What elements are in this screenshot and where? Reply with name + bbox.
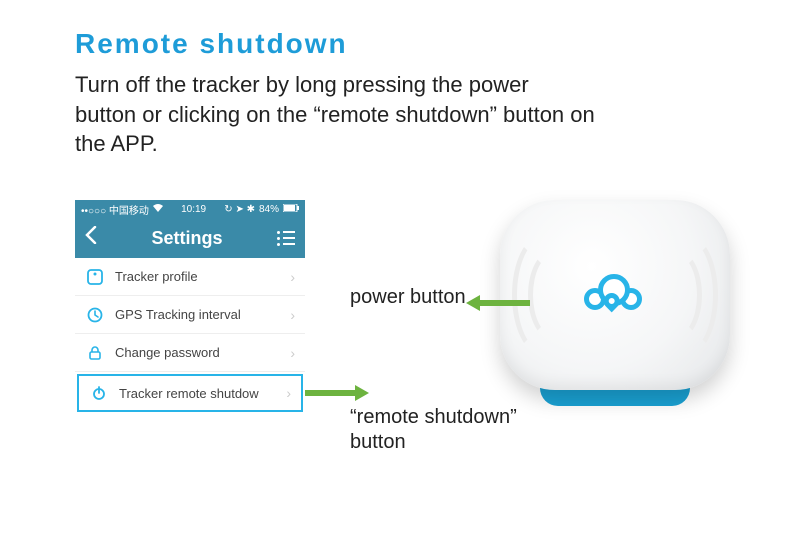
device-logo	[584, 274, 646, 316]
back-icon[interactable]	[85, 226, 97, 250]
arrow-to-remote-button	[305, 390, 355, 396]
row-tracker-profile[interactable]: Tracker profile ›	[75, 258, 305, 296]
row-label: GPS Tracking interval	[115, 307, 241, 322]
list-menu-icon[interactable]	[277, 231, 295, 246]
tracker-device	[500, 200, 740, 400]
lock-icon	[85, 343, 105, 363]
wifi-icon	[153, 204, 163, 215]
battery-text: 84%	[259, 204, 279, 215]
nav-bar: Settings	[75, 218, 305, 258]
carrier-text: ••○○○ 中国移动	[81, 202, 149, 217]
row-remote-shutdown[interactable]: Tracker remote shutdow ›	[77, 374, 303, 412]
arrow-to-power-button	[480, 300, 530, 306]
chevron-right-icon: ›	[290, 345, 295, 361]
section-description: Turn off the tracker by long pressing th…	[75, 70, 595, 159]
status-time: 10:19	[181, 204, 206, 215]
chevron-right-icon: ›	[286, 385, 291, 401]
status-bar: ••○○○ 中国移动 10:19 ↻ ➤ ✱ 84%	[75, 200, 305, 218]
battery-icon	[283, 204, 299, 215]
nav-title: Settings	[151, 228, 222, 249]
callout-remote-shutdown: “remote shutdown” button	[350, 405, 550, 455]
signal-wave-icon	[658, 235, 718, 355]
signal-wave-icon	[528, 250, 578, 340]
row-label: Tracker profile	[115, 269, 198, 284]
phone-screenshot: ••○○○ 中国移动 10:19 ↻ ➤ ✱ 84% Settings	[75, 200, 305, 414]
power-icon	[89, 383, 109, 403]
device-base	[540, 388, 690, 406]
row-change-password[interactable]: Change password ›	[75, 334, 305, 372]
status-indicators: ↻ ➤ ✱	[224, 204, 255, 215]
section-heading: Remote shutdown	[75, 28, 348, 60]
chevron-right-icon: ›	[290, 307, 295, 323]
row-label: Change password	[115, 345, 220, 360]
row-label: Tracker remote shutdow	[119, 386, 259, 401]
callout-power-button: power button	[350, 285, 466, 310]
clock-icon	[85, 305, 105, 325]
row-gps-interval[interactable]: GPS Tracking interval ›	[75, 296, 305, 334]
chevron-right-icon: ›	[290, 269, 295, 285]
device-body	[500, 200, 730, 390]
settings-list: Tracker profile › GPS Tracking interval …	[75, 258, 305, 412]
profile-icon	[85, 267, 105, 287]
